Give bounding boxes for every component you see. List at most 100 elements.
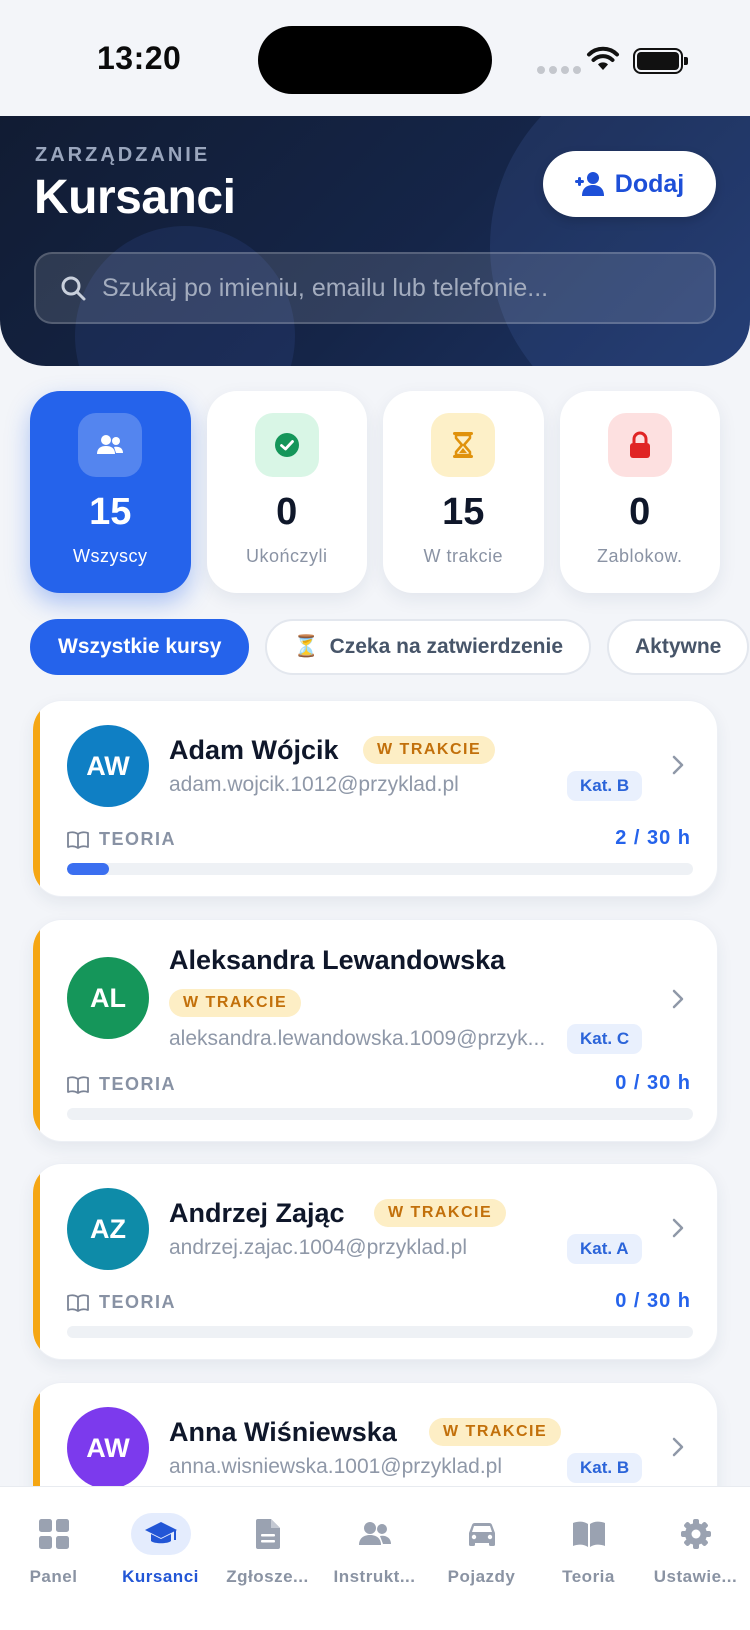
section-eyebrow: ZARZĄDZANIE: [35, 144, 211, 166]
student-email: aleksandra.lewandowska.1009@przyk...: [169, 1027, 546, 1050]
users-icon: [345, 1513, 405, 1555]
stat-card-blocked[interactable]: 0 Zablokow.: [559, 391, 720, 593]
bottom-tab-bar: Panel Kursanci Zgłosze... Instrukt... Po…: [0, 1486, 750, 1630]
lock-icon: [607, 413, 672, 477]
theory-progress-bar: [67, 1326, 693, 1338]
add-student-button[interactable]: Dodaj: [543, 151, 716, 217]
theory-hours: 2 / 30 h: [615, 827, 691, 849]
add-user-icon: [574, 172, 604, 196]
avatar: AW: [67, 1407, 149, 1489]
hourglass-icon: [431, 413, 495, 477]
theory-label: TEORIA: [67, 1292, 176, 1313]
theory-hours: 0 / 30 h: [615, 1290, 691, 1312]
avatar: AW: [67, 725, 149, 807]
cellular-signal-icon: [537, 66, 581, 74]
battery-icon: [633, 48, 688, 74]
status-badge: W TRAKCIE: [363, 736, 496, 764]
student-email: adam.wojcik.1012@przyklad.pl: [169, 773, 459, 796]
stat-value: 15: [442, 491, 485, 533]
chevron-right-icon[interactable]: [671, 1436, 685, 1458]
users-icon: [78, 413, 142, 477]
student-card[interactable]: AZ Andrzej Zając W TRAKCIE andrzej.zajac…: [32, 1163, 718, 1360]
category-badge: Kat. A: [567, 1234, 642, 1264]
student-email: anna.wisniewska.1001@przyklad.pl: [169, 1455, 502, 1478]
category-badge: Kat. B: [567, 771, 643, 801]
add-button-label: Dodaj: [614, 169, 685, 198]
car-icon: [452, 1513, 512, 1555]
document-icon: [238, 1513, 298, 1555]
stat-label: Zablokow.: [596, 546, 683, 566]
status-accent-bar: [33, 920, 40, 1141]
avatar: AL: [67, 957, 149, 1039]
tab-label: Teoria: [562, 1567, 615, 1586]
search-icon: [61, 276, 86, 301]
stat-value: 0: [276, 491, 298, 533]
search-bar[interactable]: [34, 252, 716, 324]
theory-progress-bar: [67, 1108, 693, 1120]
stat-card-in-progress[interactable]: 15 W trakcie: [383, 391, 544, 593]
status-accent-bar: [33, 701, 40, 896]
book-icon: [67, 1293, 89, 1312]
tab-label: Pojazdy: [447, 1567, 516, 1586]
category-badge: Kat. B: [567, 1453, 643, 1483]
course-filter-chips: Wszystkie kursy ⏳ Czeka na zatwierdzenie…: [30, 619, 750, 675]
status-time: 13:20: [97, 40, 182, 76]
stat-value: 0: [629, 491, 651, 533]
gear-icon: [666, 1513, 726, 1555]
student-name: Anna Wiśniewska: [169, 1417, 397, 1447]
stats-row: 15 Wszyscy 0 Ukończyli 15 W trakcie 0 Za…: [30, 391, 720, 593]
book-icon: [559, 1513, 619, 1555]
stat-label: Wszyscy: [73, 546, 148, 566]
filter-chip-awaiting-approval[interactable]: ⏳ Czeka na zatwierdzenie: [265, 619, 591, 675]
search-input[interactable]: [102, 273, 692, 303]
tab-label: Kursanci: [122, 1567, 199, 1586]
tab-applications[interactable]: Zgłosze...: [214, 1487, 321, 1597]
hourglass-emoji-icon: ⏳: [293, 635, 320, 658]
chevron-right-icon[interactable]: [671, 754, 685, 776]
stat-card-all[interactable]: 15 Wszyscy: [30, 391, 191, 593]
student-name: Andrzej Zając: [169, 1198, 345, 1228]
book-icon: [67, 830, 89, 849]
status-badge: W TRAKCIE: [169, 989, 302, 1017]
stat-label: Ukończyli: [245, 546, 328, 566]
student-name: Aleksandra Lewandowska: [169, 945, 506, 975]
check-icon: [254, 413, 319, 477]
tab-label: Ustawie...: [653, 1567, 738, 1586]
tab-students[interactable]: Kursanci: [107, 1487, 214, 1597]
chevron-right-icon[interactable]: [671, 1217, 685, 1239]
theory-hours: 0 / 30 h: [615, 1072, 691, 1094]
grid-icon: [24, 1513, 84, 1555]
wifi-icon: [587, 46, 619, 70]
tab-label: Zgłosze...: [226, 1567, 309, 1586]
tab-instructors[interactable]: Instrukt...: [321, 1487, 428, 1597]
tab-settings[interactable]: Ustawie...: [642, 1487, 749, 1597]
filter-chip-all-courses[interactable]: Wszystkie kursy: [30, 619, 250, 675]
book-icon: [67, 1075, 89, 1094]
tab-theory[interactable]: Teoria: [535, 1487, 642, 1597]
graduation-cap-icon: [130, 1513, 191, 1555]
theory-progress-bar: [67, 863, 693, 875]
student-email: andrzej.zajac.1004@przyklad.pl: [169, 1236, 467, 1259]
tab-vehicles[interactable]: Pojazdy: [428, 1487, 535, 1597]
student-card[interactable]: AW Adam Wójcik W TRAKCIE adam.wojcik.101…: [32, 700, 718, 897]
filter-chip-active[interactable]: Aktywne: [607, 619, 750, 675]
stat-label: W trakcie: [423, 546, 503, 566]
stat-card-completed[interactable]: 0 Ukończyli: [206, 391, 367, 593]
theory-label: TEORIA: [67, 829, 176, 850]
avatar: AZ: [67, 1188, 149, 1270]
dynamic-island: [258, 26, 492, 94]
progress-fill: [67, 863, 109, 875]
tab-panel[interactable]: Panel: [0, 1487, 107, 1597]
page-title: Kursanci: [34, 171, 236, 224]
status-badge: W TRAKCIE: [429, 1418, 562, 1446]
stat-value: 15: [89, 491, 132, 533]
category-badge: Kat. C: [567, 1024, 643, 1054]
student-name: Adam Wójcik: [169, 735, 339, 765]
theory-label: TEORIA: [67, 1074, 176, 1095]
chevron-right-icon[interactable]: [671, 988, 685, 1010]
status-bar: 13:20: [0, 0, 750, 116]
status-badge: W TRAKCIE: [374, 1199, 507, 1227]
page-header: ZARZĄDZANIE Kursanci Dodaj: [0, 116, 750, 366]
student-card[interactable]: AL Aleksandra Lewandowska W TRAKCIE alek…: [32, 919, 718, 1142]
tab-label: Instrukt...: [333, 1567, 416, 1586]
